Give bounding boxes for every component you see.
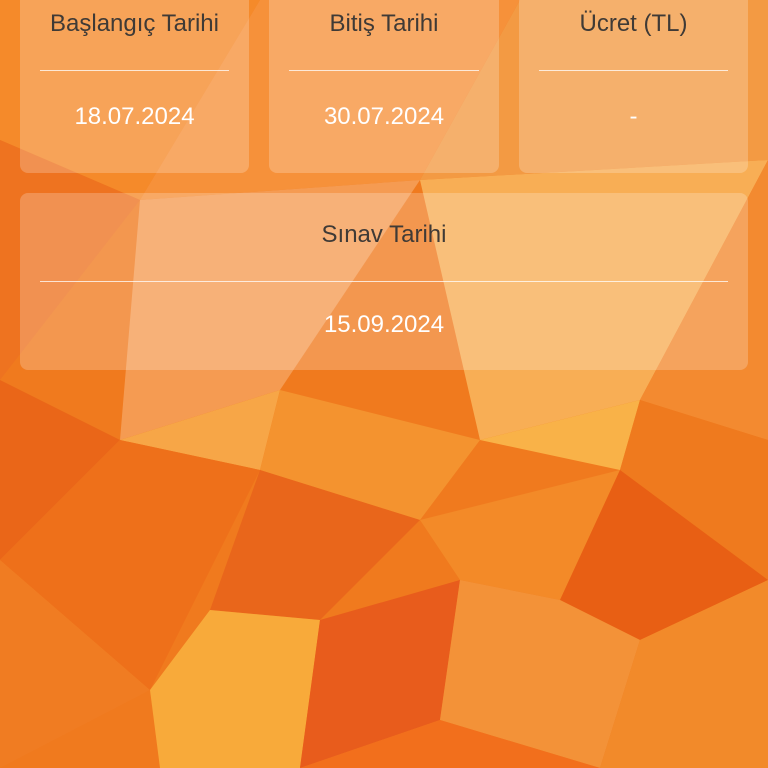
- end-date-divider: [289, 70, 479, 71]
- end-date-value: 30.07.2024: [323, 103, 445, 130]
- exam-date-label: Sınav Tarihi: [321, 221, 447, 248]
- exam-date-divider: [40, 281, 728, 282]
- fee-divider: [539, 70, 728, 71]
- exam-date-value: 15.09.2024: [323, 311, 445, 338]
- end-date-card: Bitiş Tarihi 30.07.2024: [269, 0, 499, 173]
- start-date-card: Başlangıç Tarihi 18.07.2024: [20, 0, 249, 173]
- exam-date-card: Sınav Tarihi 15.09.2024: [20, 193, 748, 370]
- start-date-label: Başlangıç Tarihi: [50, 10, 219, 37]
- end-date-label: Bitiş Tarihi: [329, 10, 439, 37]
- start-date-value: 18.07.2024: [74, 103, 195, 130]
- start-date-divider: [40, 70, 229, 71]
- fee-label: Ücret (TL): [579, 10, 688, 37]
- fee-card: Ücret (TL) -: [519, 0, 748, 173]
- fee-value: -: [629, 103, 638, 130]
